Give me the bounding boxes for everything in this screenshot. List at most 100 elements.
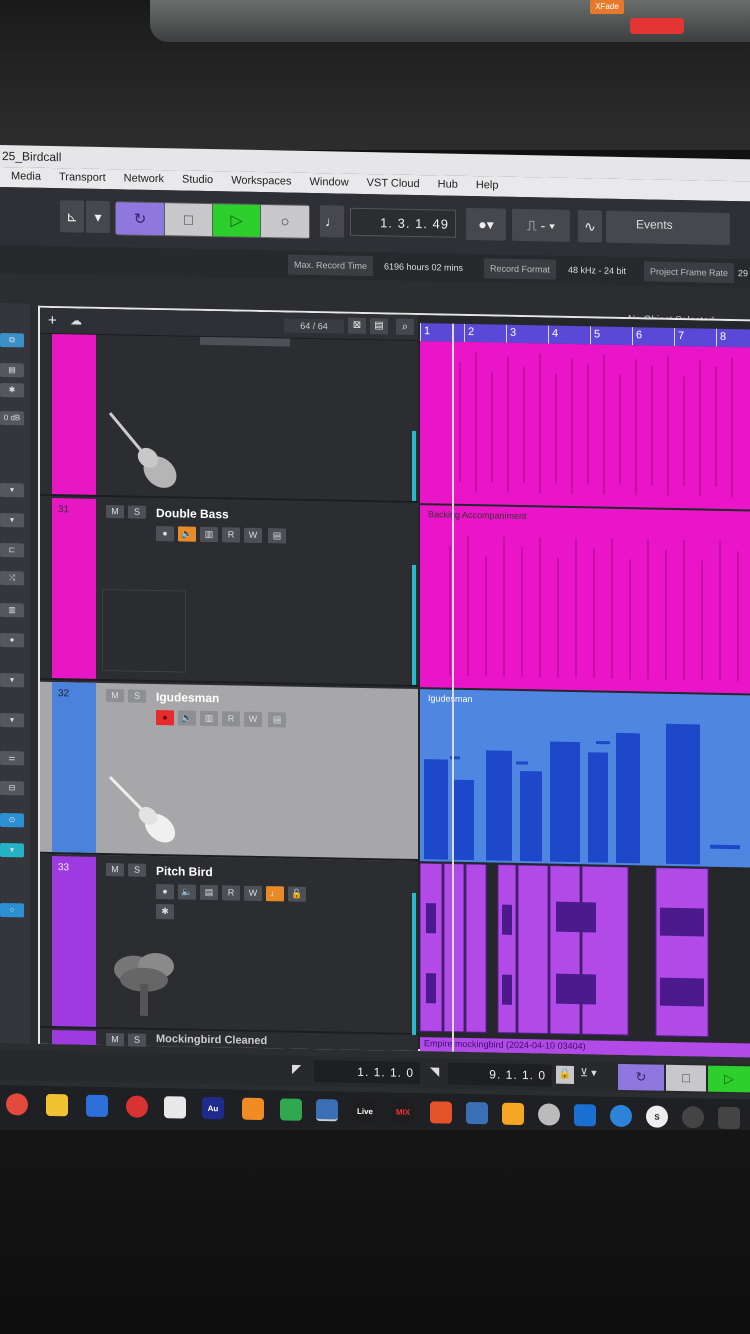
track-name[interactable]: Pitch Bird [156, 864, 213, 879]
write-button[interactable]: W [244, 711, 262, 728]
inspector-dropdown-5[interactable]: ▾ [0, 843, 24, 858]
folder-icon[interactable]: ☁ [70, 313, 82, 327]
inspector-tab-icon[interactable]: ⧉ [0, 333, 24, 348]
lock-icon[interactable]: 🔒 [556, 1065, 574, 1085]
solo-button[interactable]: S [128, 689, 146, 703]
app-icon-s[interactable]: S [646, 1105, 668, 1128]
file-explorer-icon[interactable] [46, 1093, 68, 1117]
solo-button[interactable]: S [128, 863, 146, 877]
asterisk-icon[interactable]: ✱ [156, 903, 174, 920]
chevron-down-icon[interactable]: ▾ [86, 200, 110, 234]
inspector-dropdown[interactable]: ▾ [0, 483, 24, 498]
app-icon-bell[interactable] [718, 1106, 740, 1130]
menu-window[interactable]: Window [299, 173, 356, 194]
project-cursor[interactable] [452, 323, 454, 1052]
mute-button[interactable]: M [106, 1033, 124, 1047]
mute-button[interactable]: M [106, 863, 124, 877]
stop-button-bottom[interactable]: □ [666, 1064, 706, 1092]
keyboard-icon[interactable]: ▥ [200, 526, 218, 543]
record-enable-button[interactable]: ● [156, 525, 174, 542]
write-button[interactable]: W [244, 527, 262, 544]
track-visibility-icon[interactable]: ⊠ [348, 317, 366, 335]
track-row-double-bass[interactable]: 31 M S Double Bass ● 🔈 ▥ R W ▤ [40, 497, 418, 688]
edit-icon[interactable]: ▤ [268, 712, 286, 728]
search-icon[interactable]: ⌕ [396, 318, 414, 335]
app-icon-green[interactable] [280, 1098, 302, 1121]
frame-rate-value[interactable]: 29 [738, 263, 748, 283]
note-icon[interactable]: ♩ [320, 205, 344, 238]
cubase-icon[interactable] [316, 1099, 338, 1122]
stop-button[interactable]: □ [165, 203, 212, 237]
ableton-live-icon[interactable]: Live [354, 1099, 376, 1123]
right-locator-icon[interactable]: ◥ [430, 1064, 439, 1078]
menu-studio[interactable]: Studio [171, 170, 220, 191]
inspector-dots-icon[interactable]: ● [0, 633, 24, 648]
read-button[interactable]: R [222, 885, 240, 901]
inspector-volume[interactable]: 0 dB [0, 411, 24, 426]
marker-icon[interactable]: ●▾ [466, 207, 506, 241]
right-locator[interactable]: 9. 1. 1. 0 [448, 1062, 552, 1087]
punch-icon[interactable]: ⊻ ▾ [580, 1066, 597, 1079]
menu-workspaces[interactable]: Workspaces [220, 171, 298, 193]
inspector-dropdown-2[interactable]: ▾ [0, 513, 24, 528]
solo-button[interactable]: S [128, 1033, 146, 1047]
snap-toggle-icon[interactable]: ∿ [578, 210, 602, 243]
edit-icon[interactable]: ▤ [200, 884, 218, 901]
write-button[interactable]: W [244, 885, 262, 902]
app-icon-blue-circle[interactable] [610, 1104, 632, 1128]
audio-part-igudesman[interactable]: Igudesman [420, 689, 750, 868]
inspector-send-icon[interactable]: ⊟ [0, 781, 24, 796]
menu-network[interactable]: Network [113, 169, 171, 190]
solo-button[interactable]: S [128, 505, 146, 519]
read-button[interactable]: R [222, 527, 240, 543]
menu-help[interactable]: Help [465, 176, 506, 197]
mix-app-icon[interactable]: MIX [392, 1100, 414, 1123]
midi-part[interactable] [420, 341, 750, 510]
play-button-bottom[interactable]: ▷ [708, 1065, 750, 1093]
app-icon-mixer[interactable] [466, 1101, 488, 1125]
inspector-dropdown-3[interactable]: ▾ [0, 673, 24, 688]
record-format-label[interactable]: Record Format [484, 258, 557, 280]
left-locator[interactable]: 1. 1. 1. 0 [314, 1060, 420, 1085]
app-icon-house[interactable] [86, 1094, 108, 1118]
tool-select-icon[interactable]: ⊾ [60, 200, 84, 233]
track-row[interactable] [40, 333, 418, 504]
audition-icon[interactable]: Au [202, 1096, 224, 1120]
menu-vst-cloud[interactable]: VST Cloud [356, 174, 427, 195]
app-icon-blue[interactable] [574, 1104, 596, 1127]
app-icon-white[interactable] [164, 1096, 186, 1119]
arrange-area[interactable]: 1 2 3 4 5 6 7 8 Backing Accompaniment Ig… [420, 315, 750, 1058]
app-icon-yellow[interactable] [502, 1102, 524, 1126]
track-name[interactable]: Double Bass [156, 506, 229, 521]
inspector-routing-icon[interactable]: ⊏ [0, 543, 24, 558]
inspector-asterisk-icon[interactable]: ✱ [0, 383, 24, 398]
app-icon-red[interactable] [126, 1095, 148, 1118]
mute-button[interactable]: M [106, 505, 124, 519]
audio-lane-pitch-bird[interactable] [420, 862, 750, 1042]
menu-hub[interactable]: Hub [427, 175, 465, 196]
record-format-value[interactable]: 48 kHz - 24 bit [568, 260, 626, 281]
play-button[interactable]: ▷ [213, 204, 260, 237]
record-button[interactable]: ○ [261, 205, 309, 238]
track-list-icon[interactable]: ▤ [370, 318, 388, 335]
snap-type-dropdown[interactable]: ⎍ - ▾ [512, 208, 570, 242]
track-name[interactable]: Mockingbird Cleaned [156, 1033, 267, 1047]
keyboard-icon[interactable]: ▥ [0, 603, 24, 618]
shuffle-icon[interactable]: ⤮ [0, 571, 24, 586]
track-name[interactable]: Igudesman [156, 690, 219, 705]
inspector-power-icon[interactable]: ○ [0, 903, 24, 918]
add-track-icon[interactable]: + [48, 312, 57, 329]
frame-rate-label[interactable]: Project Frame Rate [644, 261, 735, 284]
left-locator-icon[interactable]: ◤ [292, 1062, 301, 1076]
track-row-igudesman[interactable]: 32 M S Igudesman ● 🔈 ▥ R W ▤ [40, 681, 418, 862]
midi-part-backing[interactable]: Backing Accompaniment [420, 505, 750, 694]
musical-mode-icon[interactable]: ♩ [266, 886, 284, 902]
inspector-eq-icon[interactable]: ⚌ [0, 751, 24, 766]
app-icon-location[interactable] [682, 1106, 704, 1129]
app-icon-gray[interactable] [538, 1103, 560, 1126]
app-icon-orange[interactable] [242, 1097, 264, 1121]
inspector-active-icon[interactable]: ⊙ [0, 813, 24, 828]
cycle-button-bottom[interactable]: ↻ [618, 1063, 664, 1091]
edit-icon[interactable]: ▤ [268, 528, 286, 544]
app-icon-waveform[interactable] [430, 1101, 452, 1124]
